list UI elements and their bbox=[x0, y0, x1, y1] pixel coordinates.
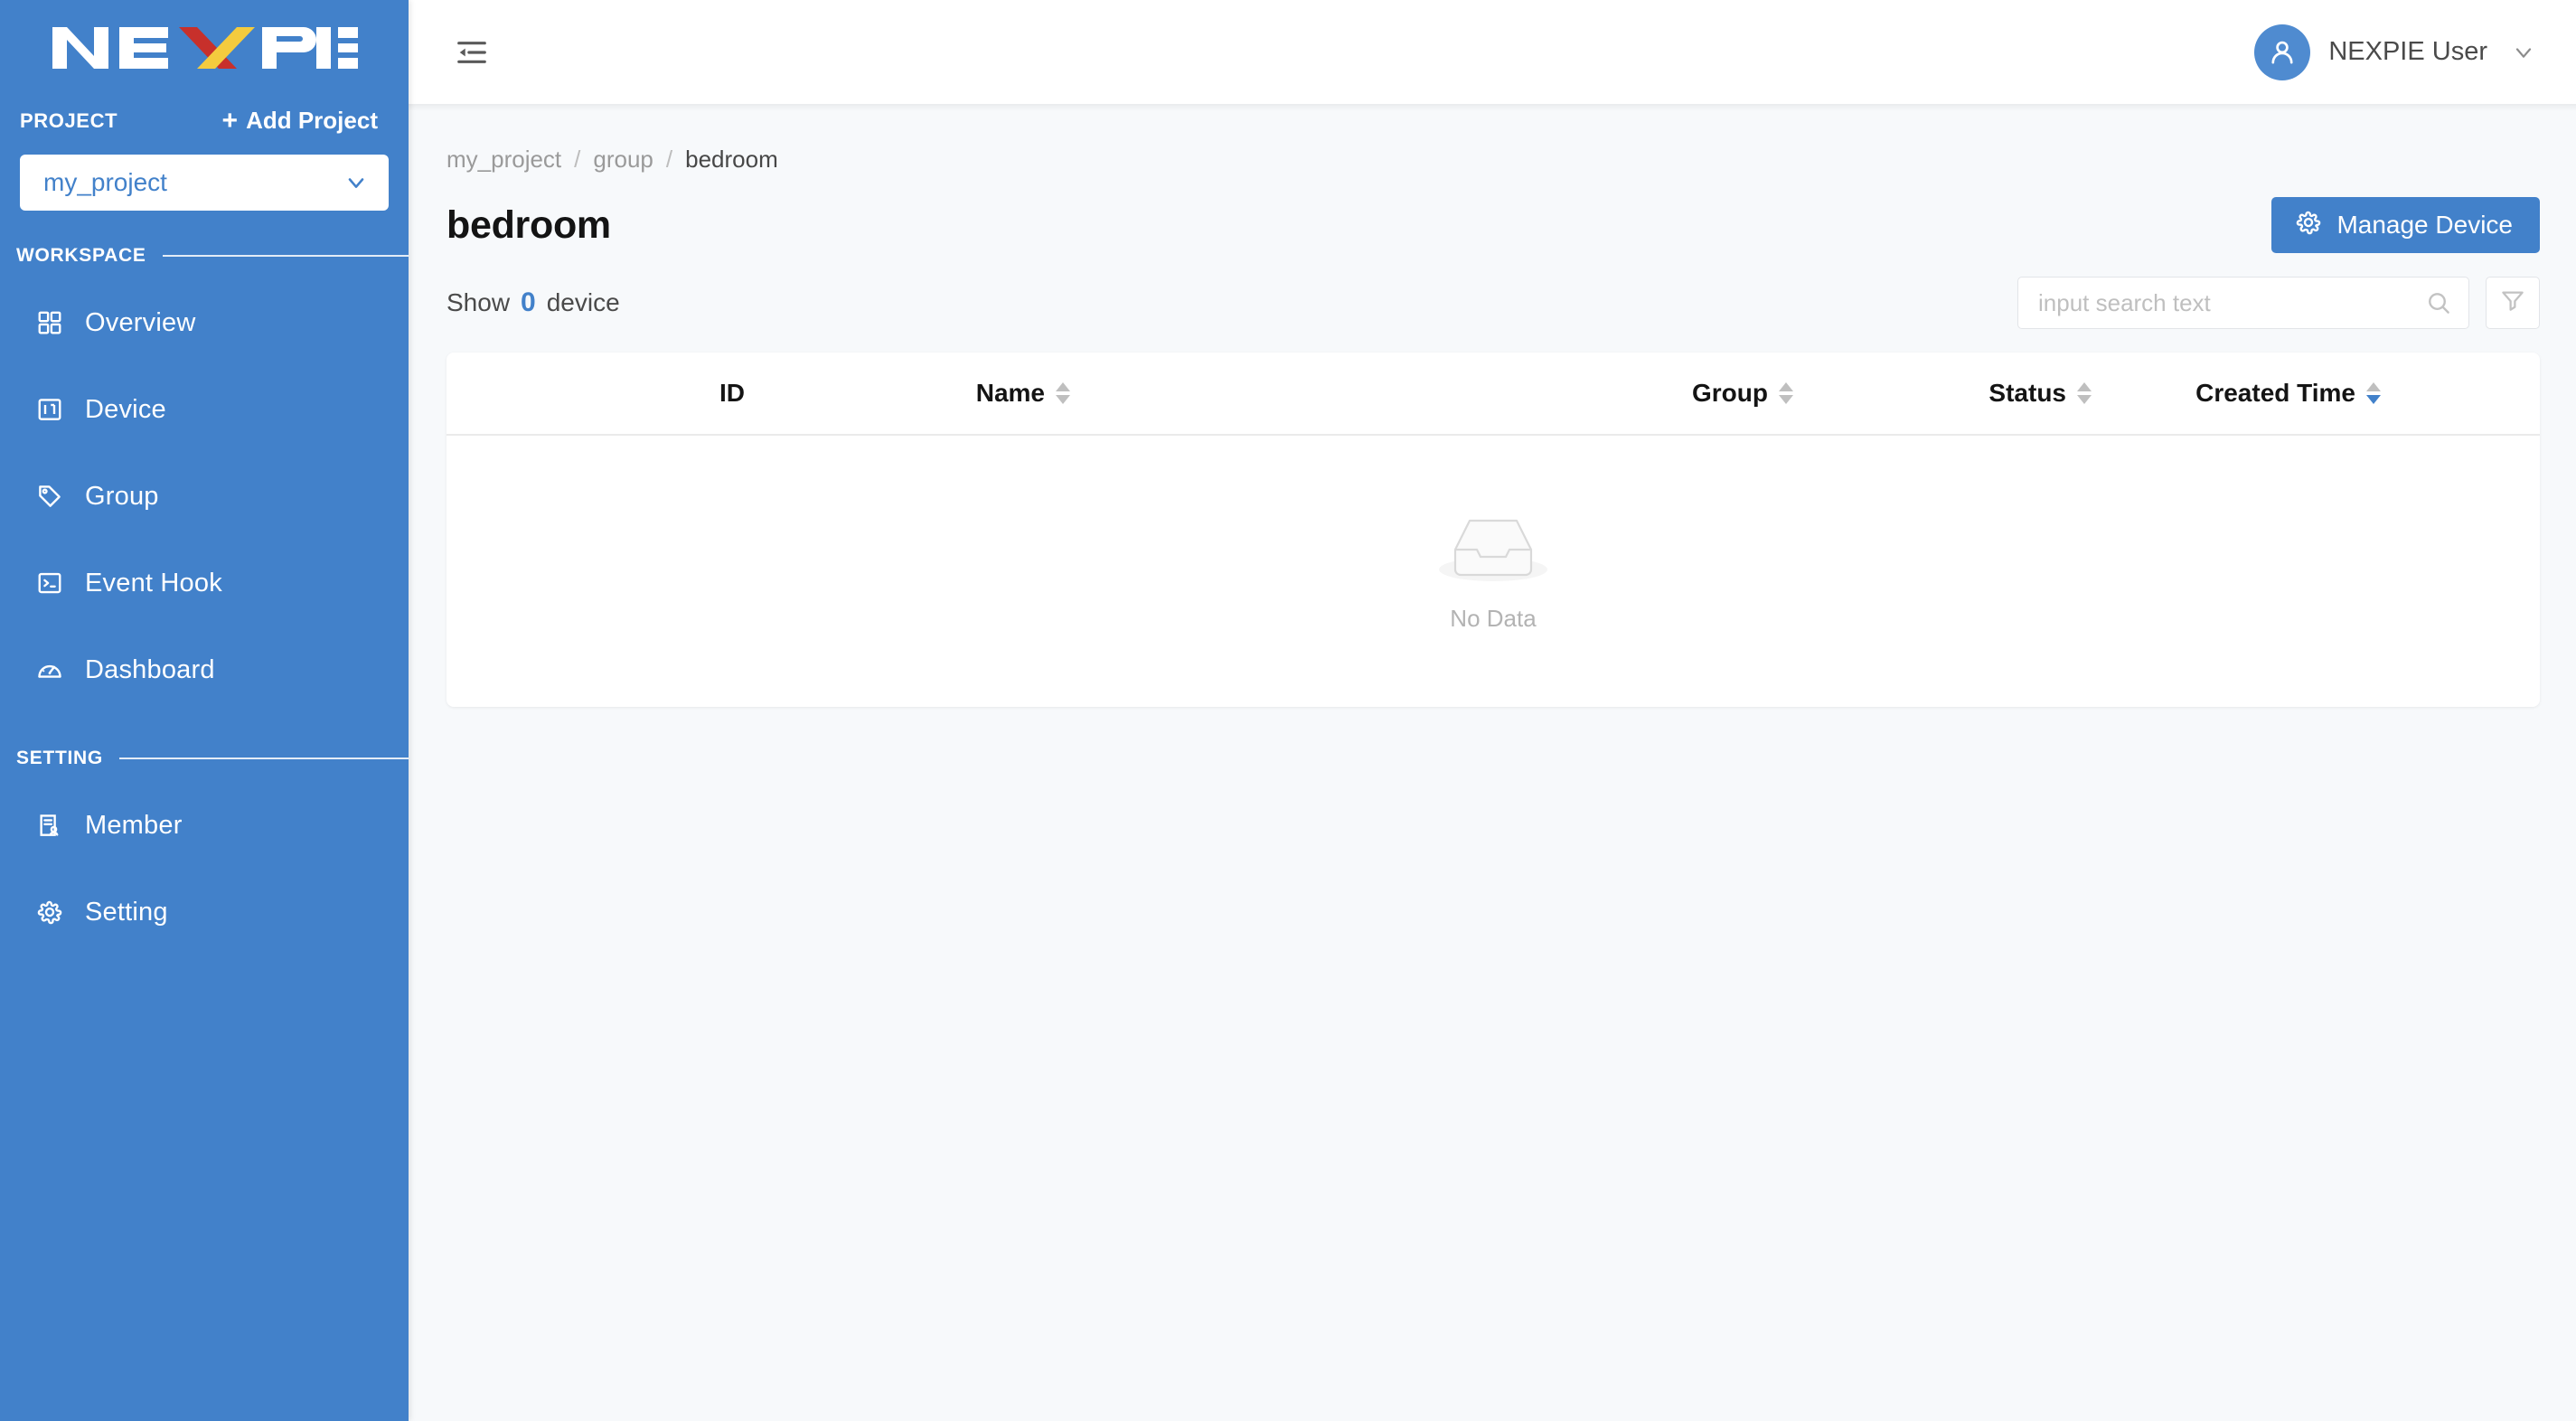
show-prefix-label: Show bbox=[447, 288, 511, 316]
menu-fold-icon[interactable] bbox=[447, 27, 497, 78]
sort-descending-icon bbox=[2077, 395, 2092, 404]
sort-toggle-name[interactable] bbox=[1056, 382, 1070, 404]
sidebar-nav-workspace: Overview Device Group Event Hook Dashboa… bbox=[0, 279, 409, 713]
sidebar-item-label: Dashboard bbox=[85, 654, 215, 684]
sort-ascending-icon bbox=[2077, 382, 2092, 391]
sidebar-item-device[interactable]: Device bbox=[0, 366, 409, 453]
gauge-icon bbox=[34, 654, 65, 685]
page-header: bedroom Manage Device bbox=[447, 197, 2540, 253]
sidebar-item-member[interactable]: Member bbox=[0, 782, 409, 869]
device-count: Show 0 device bbox=[447, 287, 620, 318]
divider bbox=[162, 255, 409, 257]
breadcrumb-item-group[interactable]: group bbox=[593, 146, 653, 174]
empty-box-icon bbox=[1435, 510, 1551, 596]
sidebar-item-overview[interactable]: Overview bbox=[0, 279, 409, 366]
sidebar-item-setting[interactable]: Setting bbox=[0, 869, 409, 955]
sort-toggle-group[interactable] bbox=[1779, 382, 1793, 404]
table-empty-state: No Data bbox=[447, 436, 2540, 707]
gear-icon bbox=[2295, 209, 2322, 242]
column-label: Created Time bbox=[2195, 379, 2355, 407]
plus-icon: + bbox=[221, 105, 239, 136]
table-header-row: ID Name Group Status Created Time bbox=[447, 353, 2540, 436]
search-input[interactable] bbox=[2038, 288, 2425, 317]
sidebar-nav-setting: Member Setting bbox=[0, 782, 409, 955]
sort-ascending-icon bbox=[2366, 382, 2381, 391]
user-name: NEXPIE User bbox=[2328, 37, 2487, 66]
device-table: ID Name Group Status Created Time No Dat… bbox=[447, 353, 2540, 707]
divider bbox=[118, 758, 409, 759]
search-controls bbox=[2017, 277, 2540, 329]
member-doc-icon bbox=[34, 810, 65, 841]
brand-logo[interactable] bbox=[0, 0, 409, 94]
table-header-id: ID bbox=[447, 379, 745, 408]
sort-descending-icon bbox=[1056, 395, 1070, 404]
column-label: Name bbox=[975, 379, 1045, 407]
column-label: Group bbox=[1692, 379, 1768, 407]
filter-button[interactable] bbox=[2486, 277, 2540, 329]
sidebar-section-setting-header: SETTING bbox=[0, 740, 409, 776]
sidebar-item-label: Member bbox=[85, 810, 183, 840]
sidebar: PROJECT + Add Project my_project WORKSPA… bbox=[0, 0, 409, 1421]
breadcrumb-item-current: bedroom bbox=[685, 146, 778, 173]
chevron-down-icon bbox=[2511, 40, 2536, 65]
breadcrumb-item-project[interactable]: my_project bbox=[447, 146, 561, 174]
sidebar-item-label: Device bbox=[85, 394, 166, 424]
console-icon bbox=[34, 568, 65, 598]
sidebar-item-event-hook[interactable]: Event Hook bbox=[0, 540, 409, 626]
content-area: my_project / group / bedroom bedroom Man… bbox=[409, 104, 2576, 1421]
tag-icon bbox=[34, 481, 65, 512]
breadcrumb: my_project / group / bedroom bbox=[447, 104, 2540, 174]
show-suffix-label: device bbox=[546, 288, 620, 316]
app-root: PROJECT + Add Project my_project WORKSPA… bbox=[0, 0, 2576, 1421]
add-project-button[interactable]: + Add Project bbox=[222, 107, 378, 135]
sort-toggle-created-time[interactable] bbox=[2366, 382, 2381, 404]
breadcrumb-separator: / bbox=[574, 146, 581, 173]
manage-device-label: Manage Device bbox=[2336, 211, 2513, 239]
device-panel-icon bbox=[34, 394, 65, 425]
project-label: PROJECT bbox=[20, 108, 118, 132]
sidebar-item-group[interactable]: Group bbox=[0, 453, 409, 540]
search-icon[interactable] bbox=[2425, 289, 2452, 316]
sort-ascending-icon bbox=[1779, 382, 1793, 391]
page-title: bedroom bbox=[447, 202, 611, 247]
filter-funnel-icon bbox=[2499, 287, 2526, 319]
main-area: NEXPIE User my_project / group / bedroom… bbox=[409, 0, 2576, 1421]
project-header: PROJECT + Add Project bbox=[0, 94, 409, 135]
search-box[interactable] bbox=[2017, 277, 2469, 329]
empty-state-label: No Data bbox=[1450, 605, 1537, 632]
sidebar-item-dashboard[interactable]: Dashboard bbox=[0, 626, 409, 713]
nexpie-logo-icon bbox=[52, 22, 358, 72]
add-project-label: Add Project bbox=[246, 107, 378, 134]
section-title: SETTING bbox=[16, 748, 103, 768]
table-header-status[interactable]: Status bbox=[1793, 379, 2092, 408]
sidebar-item-label: Overview bbox=[85, 307, 196, 337]
column-label: ID bbox=[719, 379, 745, 407]
table-header-group[interactable]: Group bbox=[1070, 379, 1793, 408]
chevron-down-icon bbox=[343, 170, 369, 195]
user-menu[interactable]: NEXPIE User bbox=[2254, 24, 2540, 80]
sort-descending-icon bbox=[2366, 395, 2381, 404]
table-header-name[interactable]: Name bbox=[745, 379, 1070, 408]
breadcrumb-separator: / bbox=[665, 146, 673, 173]
gear-icon bbox=[34, 897, 65, 927]
top-bar: NEXPIE User bbox=[409, 0, 2576, 104]
avatar bbox=[2254, 24, 2311, 80]
table-toolbar: Show 0 device bbox=[447, 277, 2540, 329]
sort-descending-icon bbox=[1779, 395, 1793, 404]
section-title: WORKSPACE bbox=[16, 245, 146, 266]
grid-icon bbox=[34, 307, 65, 338]
column-label: Status bbox=[1988, 379, 2066, 407]
sidebar-section-workspace-header: WORKSPACE bbox=[0, 238, 409, 274]
sort-toggle-status[interactable] bbox=[2077, 382, 2092, 404]
project-select-value: my_project bbox=[43, 168, 167, 196]
sidebar-item-label: Setting bbox=[85, 897, 168, 927]
sidebar-item-label: Group bbox=[85, 481, 159, 511]
table-header-created-time[interactable]: Created Time bbox=[2092, 379, 2381, 408]
manage-device-button[interactable]: Manage Device bbox=[2271, 197, 2540, 253]
device-count-value: 0 bbox=[521, 287, 536, 317]
sort-ascending-icon bbox=[1056, 382, 1070, 391]
sidebar-item-label: Event Hook bbox=[85, 568, 222, 598]
project-select[interactable]: my_project bbox=[20, 155, 389, 211]
